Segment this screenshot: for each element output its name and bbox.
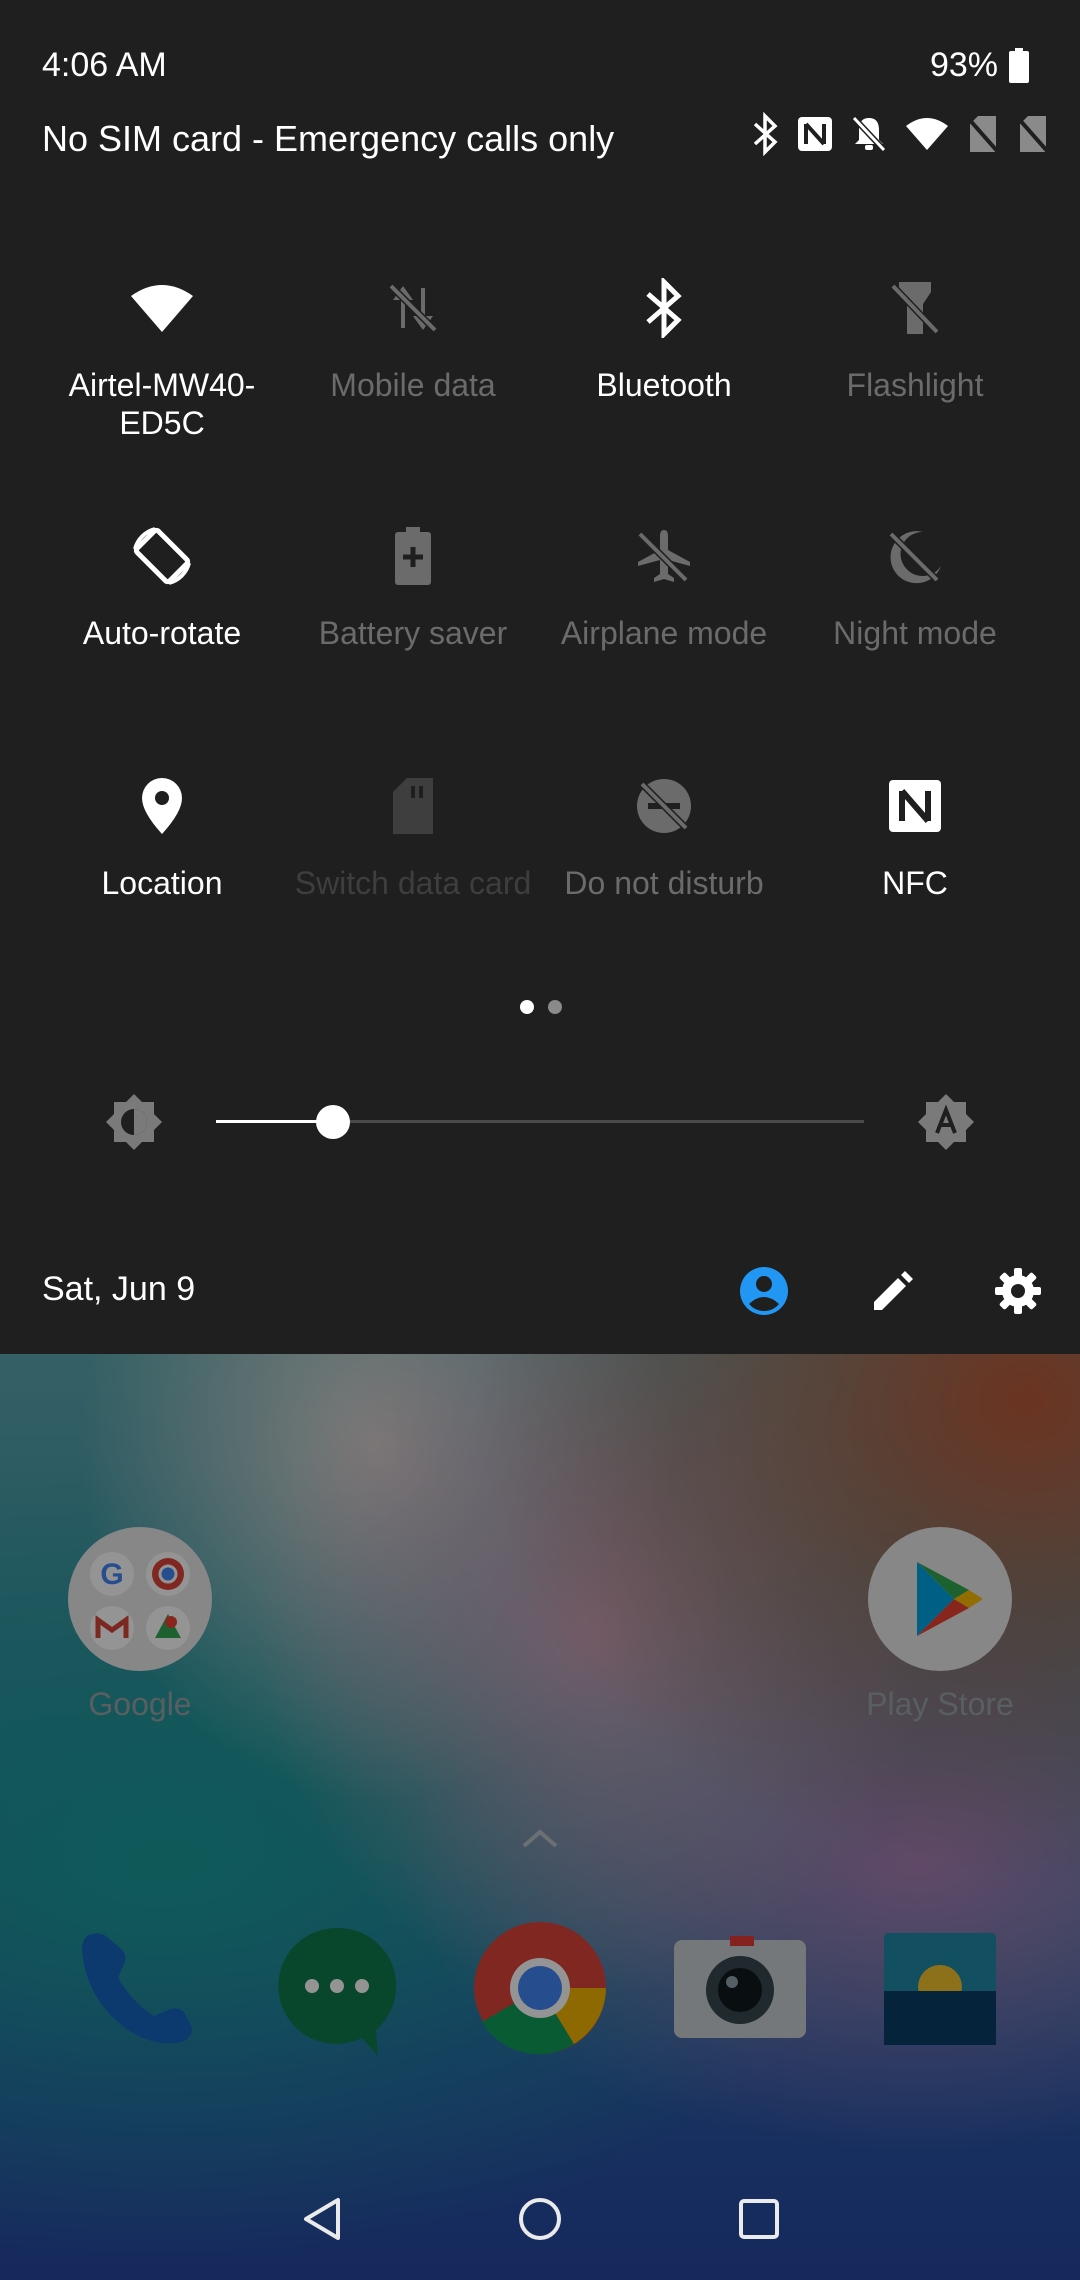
brightness-track[interactable] xyxy=(216,1105,864,1139)
tile-label: Battery saver xyxy=(318,615,508,651)
brightness-control xyxy=(0,1082,1080,1162)
tile-flashlight[interactable]: Flashlight xyxy=(790,272,1040,404)
bluetooth-icon xyxy=(646,278,682,338)
page-dot-active xyxy=(520,1000,534,1014)
tile-label: NFC xyxy=(882,865,948,901)
user-account-icon[interactable] xyxy=(739,1266,789,1316)
tile-wifi[interactable]: Airtel-MW40-ED5C xyxy=(37,272,287,442)
page-indicator xyxy=(520,1000,562,1014)
tile-mobile-data[interactable]: Mobile data xyxy=(288,272,538,404)
back-icon[interactable] xyxy=(298,2194,348,2244)
mobile-data-off-icon xyxy=(388,283,438,333)
auto-brightness-icon[interactable] xyxy=(916,1092,976,1152)
brightness-low-icon xyxy=(106,1094,162,1150)
tile-do-not-disturb[interactable]: Do not disturb xyxy=(539,770,789,902)
tile-night-mode[interactable]: Night mode xyxy=(790,520,1040,652)
nfc-status-icon xyxy=(798,117,832,151)
navigation-bar xyxy=(0,2160,1080,2280)
tile-label: Bluetooth xyxy=(596,367,732,403)
wallpaper-dim-overlay xyxy=(0,1354,1080,2280)
tile-label: Auto-rotate xyxy=(82,615,242,651)
tile-switch-data-card: Switch data card xyxy=(288,770,538,902)
location-icon xyxy=(142,778,182,834)
battery-percent: 93% xyxy=(929,46,998,84)
tile-bluetooth[interactable]: Bluetooth xyxy=(539,272,789,404)
tile-label: Flashlight xyxy=(846,367,984,403)
brightness-slider-thumb[interactable] xyxy=(315,1105,350,1139)
home-icon[interactable] xyxy=(515,2194,565,2244)
status-battery: 93% xyxy=(930,46,1030,85)
sim-card-icon xyxy=(393,778,433,834)
tile-label: Night mode xyxy=(833,615,997,651)
wifi-icon xyxy=(131,285,193,332)
status-icons xyxy=(750,112,1050,156)
tile-label: Mobile data xyxy=(330,367,496,403)
tile-battery-saver[interactable]: Battery saver xyxy=(288,520,538,652)
no-sim-icon-2 xyxy=(1016,116,1050,154)
tile-label: Do not disturb xyxy=(564,865,764,901)
tile-airplane-mode[interactable]: Airplane mode xyxy=(539,520,789,652)
status-time: 4:06 AM xyxy=(42,46,167,84)
battery-icon xyxy=(1009,47,1029,83)
edit-pencil-icon[interactable] xyxy=(870,1270,914,1314)
tile-auto-rotate[interactable]: Auto-rotate xyxy=(37,520,287,652)
page-dot[interactable] xyxy=(548,1000,562,1014)
tile-location[interactable]: Location xyxy=(37,770,287,902)
home-wallpaper: G Google Play Store xyxy=(0,1354,1080,2280)
settings-gear-icon[interactable] xyxy=(993,1266,1043,1316)
battery-saver-icon xyxy=(395,527,431,585)
bluetooth-status-icon xyxy=(753,112,778,156)
nfc-icon xyxy=(889,780,941,832)
tile-nfc[interactable]: NFC xyxy=(790,770,1040,902)
airplane-off-icon xyxy=(637,530,690,583)
auto-rotate-icon xyxy=(133,527,191,585)
quick-settings-panel: 4:06 AM 93% No SIM card - Emergency call… xyxy=(0,0,1080,1354)
bell-off-status-icon xyxy=(851,115,887,153)
night-mode-off-icon xyxy=(888,531,941,584)
tile-label: Switch data card xyxy=(294,865,532,901)
dnd-off-icon xyxy=(637,779,691,833)
panel-date: Sat, Jun 9 xyxy=(42,1270,196,1308)
tile-label: Airtel-MW40-ED5C xyxy=(68,367,256,441)
flashlight-off-icon xyxy=(890,282,940,335)
tile-label: Airplane mode xyxy=(560,615,768,651)
tile-label: Location xyxy=(101,865,223,901)
no-sim-icon-1 xyxy=(966,116,1000,154)
carrier-text: No SIM card - Emergency calls only xyxy=(42,118,615,159)
wifi-status-icon xyxy=(906,118,948,150)
recents-icon[interactable] xyxy=(734,2194,784,2244)
